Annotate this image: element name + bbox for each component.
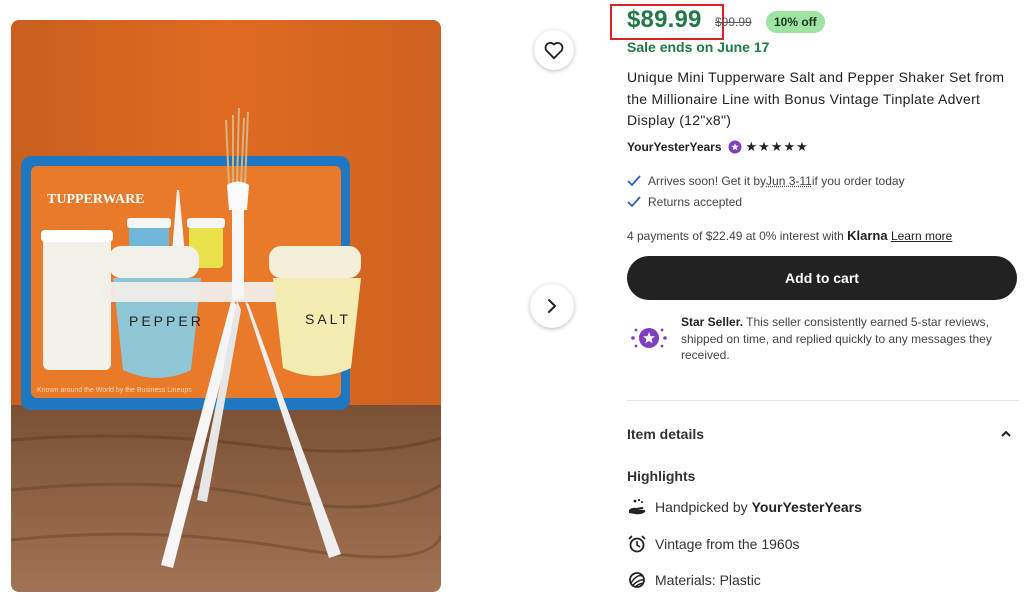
- vintage-row: Vintage from the 1960s: [627, 534, 800, 554]
- star-seller-info: Star Seller. This seller consistently ea…: [627, 314, 1019, 364]
- vintage-text: Vintage from the 1960s: [655, 536, 800, 552]
- learn-more-link[interactable]: Learn more: [891, 229, 952, 243]
- returns-text: Returns accepted: [648, 195, 743, 209]
- rating-stars[interactable]: ★★★★★: [746, 139, 809, 155]
- listing-title: Unique Mini Tupperware Salt and Pepper S…: [627, 69, 1005, 128]
- original-price: $99.99: [715, 15, 752, 29]
- shop-name-link[interactable]: YourYesterYears: [627, 140, 722, 154]
- handpicked-shop-link[interactable]: YourYesterYears: [752, 499, 862, 515]
- arrival-row: Arrives soon! Get it by Jun 3-11 if you …: [627, 174, 905, 188]
- star-seller-badge-icon: [728, 140, 742, 154]
- materials-row: Materials: Plastic: [627, 570, 761, 590]
- sign-brand-text: TUPPERWARE: [47, 192, 145, 207]
- materials-text: Materials: Plastic: [655, 572, 761, 588]
- arrives-suffix: if you order today: [811, 174, 905, 188]
- add-to-cart-button[interactable]: Add to cart: [627, 256, 1017, 300]
- item-details-label: Item details: [627, 426, 705, 442]
- product-photo[interactable]: TUPPERWARE Known around the World by the…: [11, 20, 441, 592]
- favorite-button[interactable]: [534, 30, 574, 70]
- klarna-logo: Klarna: [847, 228, 888, 243]
- chevron-right-icon: [548, 299, 557, 313]
- hand-icon: [629, 498, 646, 515]
- installments-row: 4 payments of $22.49 at 0% interest with…: [627, 228, 952, 243]
- arrives-prefix: Arrives soon! Get it by: [648, 174, 767, 188]
- discount-badge: 10% off: [766, 11, 825, 33]
- highlights-heading: Highlights: [627, 468, 696, 484]
- star-seller-badge-icon: [631, 328, 667, 348]
- star-seller-title: Star Seller.: [681, 315, 744, 329]
- alarm-clock-icon: [628, 535, 646, 553]
- price: $89.99: [627, 6, 702, 33]
- sale-ends-text: Sale ends on June 17: [627, 39, 770, 55]
- salt-label-text: SALT: [305, 311, 351, 327]
- arrival-dates[interactable]: Jun 3-11: [766, 174, 812, 188]
- returns-row: Returns accepted: [627, 195, 742, 209]
- item-details-toggle[interactable]: Item details: [627, 426, 1012, 442]
- yarn-ball-icon: [629, 572, 645, 588]
- chevron-up-icon: [1001, 430, 1011, 437]
- pepper-label-text: PEPPER: [129, 313, 204, 329]
- divider: [627, 400, 1019, 401]
- next-image-button[interactable]: [530, 284, 574, 328]
- heart-outline-icon: [544, 42, 564, 60]
- star-seller-text: Star Seller. This seller consistently ea…: [671, 314, 1019, 364]
- checkmark-icon: [627, 175, 641, 187]
- product-photo-illustration: TUPPERWARE Known around the World by the…: [11, 20, 441, 592]
- sign-tagline-text: Known around the World by the Business L…: [37, 387, 192, 394]
- handpicked-row: Handpicked by YourYesterYears: [627, 498, 862, 516]
- checkmark-icon: [627, 196, 641, 208]
- shop-row: YourYesterYears ★★★★★: [627, 139, 809, 155]
- installments-text: 4 payments of $22.49 at 0% interest with: [627, 229, 848, 243]
- handpicked-prefix: Handpicked by: [655, 499, 748, 515]
